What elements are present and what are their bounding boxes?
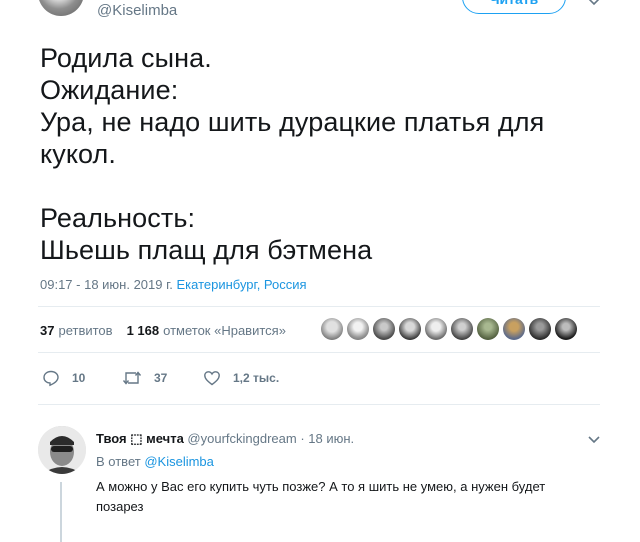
liker-avatar[interactable] xyxy=(451,318,473,340)
reply-text: А можно у Вас его купить чуть позже? А т… xyxy=(96,479,546,514)
reply-author-avatar[interactable] xyxy=(38,426,86,474)
tweet-stats: 37 ретвитов 1 168 отметок «Нравится» xyxy=(40,323,286,338)
reply-icon xyxy=(43,370,59,387)
reply-to-mention[interactable]: @Kiselimba xyxy=(144,454,214,469)
divider xyxy=(38,306,600,307)
liker-avatar[interactable] xyxy=(347,318,369,340)
liker-avatar[interactable] xyxy=(425,318,447,340)
author-avatar[interactable] xyxy=(38,0,84,16)
liker-avatar[interactable] xyxy=(529,318,551,340)
like-action[interactable]: 1,2 тыс. xyxy=(203,369,279,387)
thread-line xyxy=(60,482,62,542)
retweet-icon xyxy=(122,371,142,385)
tweet-location[interactable]: Екатеринбург, Россия xyxy=(177,277,307,292)
tweet-time[interactable]: 09:17 - 18 июн. 2019 г. xyxy=(40,277,173,292)
reply-author-handle[interactable]: @yourfckingdream xyxy=(187,431,296,446)
liker-avatar[interactable] xyxy=(555,318,577,340)
retweets-count: 37 xyxy=(40,323,55,338)
reply-count: 10 xyxy=(72,371,86,385)
reply-time[interactable]: · 18 июн. xyxy=(300,431,354,446)
likers-avatars xyxy=(321,318,577,340)
likes-label: отметок «Нравится» xyxy=(163,323,286,338)
likes-stat[interactable]: 1 168 отметок «Нравится» xyxy=(127,323,286,338)
chevron-down-icon[interactable] xyxy=(586,0,602,10)
liker-avatar[interactable] xyxy=(399,318,421,340)
reply-to: В ответ @Kiselimba xyxy=(96,454,214,469)
author-handle[interactable]: @Kiselimba xyxy=(97,2,177,19)
follow-button[interactable]: Читать xyxy=(462,0,566,14)
liker-avatar[interactable] xyxy=(503,318,525,340)
retweets-label: ретвитов xyxy=(58,323,113,338)
chevron-down-icon[interactable] xyxy=(586,432,602,448)
liker-avatar[interactable] xyxy=(373,318,395,340)
avatar-image xyxy=(38,426,86,474)
divider xyxy=(38,352,600,353)
tweet-text: Родила сына. Ожидание: Ура, не надо шить… xyxy=(40,43,545,265)
reply-to-label: В ответ xyxy=(96,454,141,469)
liker-avatar[interactable] xyxy=(477,318,499,340)
heart-icon xyxy=(204,371,220,386)
reply-action[interactable]: 10 xyxy=(42,369,85,387)
tweet-meta: 09:17 - 18 июн. 2019 г. Екатеринбург, Ро… xyxy=(40,277,307,292)
like-count: 1,2 тыс. xyxy=(233,371,280,385)
retweets-stat[interactable]: 37 ретвитов xyxy=(40,323,113,338)
liker-avatar[interactable] xyxy=(321,318,343,340)
retweet-action[interactable]: 37 xyxy=(122,369,167,387)
retweet-count: 37 xyxy=(154,371,168,385)
reply-author-name[interactable]: Твоя ⬚ мечта xyxy=(96,431,184,446)
reply-header: Твоя ⬚ мечта @yourfckingdream · 18 июн. xyxy=(96,431,354,447)
likes-count: 1 168 xyxy=(126,323,160,338)
divider xyxy=(38,404,600,405)
